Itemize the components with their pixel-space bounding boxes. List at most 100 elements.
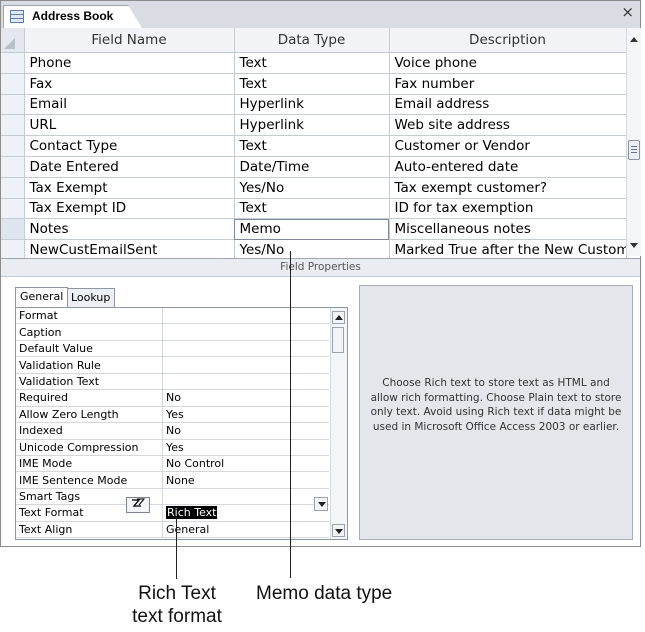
field-name-cell[interactable]: Date Entered [24, 156, 235, 178]
property-row[interactable]: IME Sentence Mode None [16, 471, 329, 489]
description-cell[interactable]: Email address [389, 94, 627, 116]
data-type-cell[interactable]: Text [234, 198, 390, 220]
data-type-cell[interactable]: Date/Time [234, 156, 390, 178]
field-name-cell[interactable]: Phone [24, 52, 235, 74]
property-row[interactable]: Format [16, 308, 329, 325]
property-name: Caption [16, 323, 163, 341]
property-name: Indexed [16, 422, 163, 440]
scroll-down-icon[interactable] [332, 524, 345, 537]
property-value[interactable]: Rich Text [162, 504, 329, 522]
field-name-cell[interactable]: Notes [24, 218, 235, 241]
field-row[interactable]: Date Entered Date/Time Auto-entered date [1, 156, 627, 178]
property-row[interactable]: Validation Text [16, 373, 329, 391]
scroll-up-icon[interactable] [332, 311, 345, 324]
tab-lookup[interactable]: Lookup [66, 288, 116, 307]
property-value[interactable] [162, 323, 329, 341]
description-cell[interactable]: Auto-entered date [389, 156, 627, 178]
scroll-thumb[interactable] [628, 140, 640, 160]
property-value[interactable]: None [162, 471, 329, 489]
scroll-thumb[interactable] [332, 327, 344, 353]
property-value[interactable]: No [162, 389, 329, 407]
property-value[interactable] [162, 488, 329, 506]
data-type-cell[interactable]: Text [234, 135, 390, 157]
field-name-cell[interactable]: Email [24, 94, 235, 116]
property-value[interactable] [162, 373, 329, 391]
close-icon[interactable]: × [621, 5, 634, 20]
field-row[interactable]: Phone Text Voice phone [1, 52, 627, 74]
description-cell[interactable]: Voice phone [389, 52, 627, 74]
property-row[interactable]: Indexed No [16, 422, 329, 440]
header-data-type: Data Type [234, 28, 390, 53]
property-name: Validation Text [16, 373, 163, 391]
field-name-cell[interactable]: Fax [24, 73, 235, 95]
property-scrollbar[interactable] [330, 308, 347, 539]
property-value[interactable] [162, 308, 329, 325]
description-cell[interactable]: Fax number [389, 73, 627, 95]
property-name: IME Sentence Mode [16, 471, 163, 489]
field-name-cell[interactable]: Tax Exempt ID [24, 198, 235, 220]
row-selector[interactable] [1, 114, 25, 137]
field-name-cell[interactable]: Tax Exempt [24, 177, 235, 199]
text-format-dropdown-button[interactable] [314, 497, 328, 511]
description-cell[interactable]: Customer or Vendor [389, 135, 627, 157]
property-name: Allow Zero Length [16, 406, 163, 424]
table-icon [10, 10, 24, 23]
field-row[interactable]: Contact Type Text Customer or Vendor [1, 135, 627, 157]
field-name-cell[interactable]: URL [24, 114, 235, 137]
field-name-cell[interactable]: Contact Type [24, 135, 235, 157]
property-row[interactable]: Unicode Compression Yes [16, 439, 329, 456]
property-value[interactable]: Yes [162, 406, 329, 424]
field-row[interactable]: Tax Exempt Yes/No Tax exempt customer? [1, 177, 627, 199]
property-row[interactable]: Caption [16, 323, 329, 341]
description-cell[interactable]: ID for tax exemption [389, 198, 627, 220]
row-selector[interactable] [1, 218, 25, 241]
description-cell[interactable]: Web site address [389, 114, 627, 137]
data-type-cell[interactable]: Yes/No [234, 177, 390, 199]
row-selector[interactable] [1, 198, 25, 220]
row-selector[interactable] [1, 156, 25, 178]
scroll-up-icon[interactable] [630, 37, 638, 42]
field-row[interactable]: URL Hyperlink Web site address [1, 114, 627, 137]
grid-corner[interactable] [1, 28, 25, 53]
description-cell[interactable]: Tax exempt customer? [389, 177, 627, 199]
field-grid: Field Name Data Type Description Phone Te… [1, 28, 627, 261]
property-row[interactable]: Allow Zero Length Yes [16, 406, 329, 424]
grid-scrollbar[interactable] [626, 28, 641, 256]
property-value[interactable]: General [162, 521, 329, 539]
document-tab-strip: Address Book × [1, 1, 640, 29]
rich-text-callout-line [176, 517, 177, 579]
property-value[interactable] [162, 356, 329, 374]
row-selector[interactable] [1, 135, 25, 157]
builder-button[interactable] [126, 497, 150, 513]
tab-address-book[interactable]: Address Book [3, 5, 142, 28]
property-row[interactable]: IME Mode No Control [16, 455, 329, 473]
field-row[interactable]: Email Hyperlink Email address [1, 94, 627, 116]
row-selector[interactable] [1, 73, 25, 95]
row-selector[interactable] [1, 52, 25, 74]
property-value[interactable]: No [162, 422, 329, 440]
property-row[interactable]: Text Format Rich Text [16, 504, 329, 522]
property-value[interactable]: Yes [162, 439, 329, 456]
tab-general[interactable]: General [15, 287, 69, 307]
data-type-cell[interactable]: Text [234, 52, 390, 74]
field-row[interactable]: Fax Text Fax number [1, 73, 627, 95]
property-value[interactable] [162, 340, 329, 358]
data-type-cell[interactable]: Memo [234, 218, 390, 241]
description-cell[interactable]: Miscellaneous notes [389, 218, 627, 241]
property-row[interactable]: Default Value [16, 340, 329, 358]
property-row[interactable]: Smart Tags [16, 488, 329, 506]
row-selector[interactable] [1, 177, 25, 199]
property-row[interactable]: Required No [16, 389, 329, 407]
row-selector[interactable] [1, 94, 25, 116]
scroll-down-icon[interactable] [630, 243, 638, 248]
property-row[interactable]: Validation Rule [16, 356, 329, 374]
data-type-cell[interactable]: Text [234, 73, 390, 95]
field-row[interactable]: Notes Memo Miscellaneous notes [1, 218, 627, 241]
property-row[interactable]: Text Align General [16, 521, 329, 539]
data-type-cell[interactable]: Hyperlink [234, 114, 390, 137]
data-type-cell[interactable]: Hyperlink [234, 94, 390, 116]
field-row[interactable]: Tax Exempt ID Text ID for tax exemption [1, 198, 627, 220]
text-format-value[interactable]: Rich Text [166, 506, 218, 520]
property-value[interactable]: No Control [162, 455, 329, 473]
memo-callout: Memo data type [256, 583, 393, 604]
